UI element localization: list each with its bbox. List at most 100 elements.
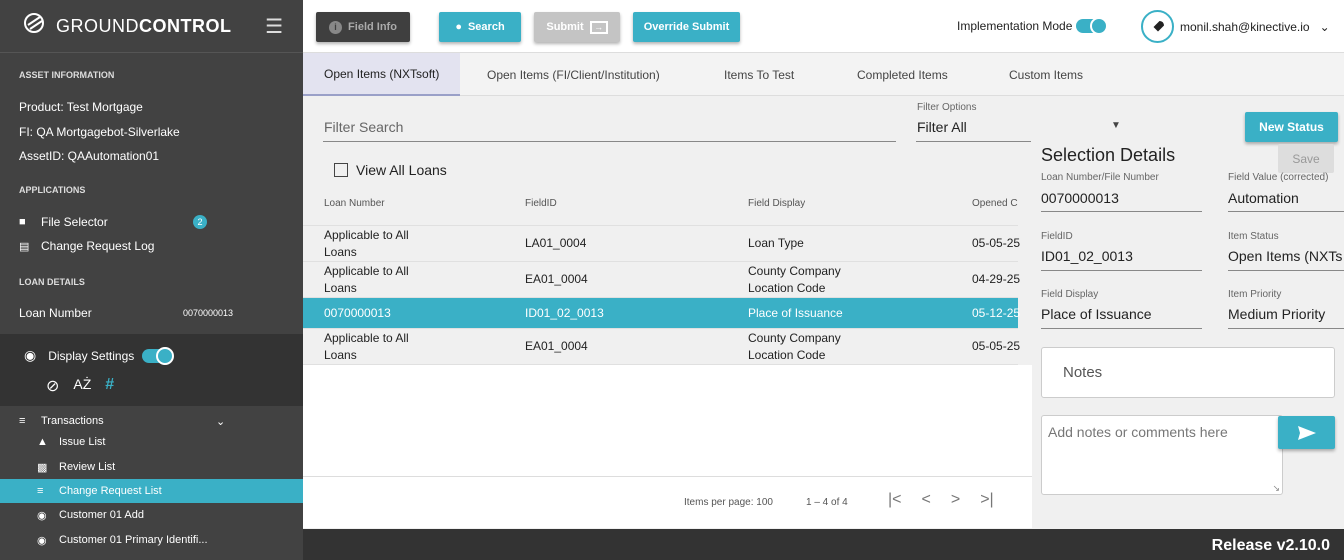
notes-textarea[interactable]: Add notes or comments here ↘ — [1041, 415, 1283, 495]
hamburger-menu-icon[interactable]: ☰ — [265, 14, 283, 39]
person-icon: ● — [455, 21, 462, 33]
caret-down-icon: ▼ — [1111, 120, 1121, 131]
sidebar-item-change-request-log[interactable]: ▤ Change Request Log — [0, 234, 303, 258]
sidebar-item-file-selector[interactable]: ■ File Selector — [0, 210, 303, 234]
field-id-cell: LA01_0004 — [525, 236, 587, 250]
eye-icon: ◉ — [37, 509, 47, 522]
top-toolbar: i Field Info ● Search Submit → Override … — [303, 0, 1344, 53]
display-settings-toggle[interactable] — [142, 346, 175, 365]
hide-eye-icon[interactable]: ⊘ — [46, 376, 59, 396]
loan-cell: 0070000013 — [324, 305, 391, 320]
field-id-cell: ID01_02_0013 — [525, 305, 604, 320]
item-priority-select[interactable]: Medium Priority — [1228, 306, 1325, 322]
search-label: Search — [467, 21, 505, 33]
view-all-loans-label: View All Loans — [356, 162, 447, 178]
filter-options-select[interactable]: Filter All — [917, 119, 967, 135]
table-empty-area — [303, 365, 1032, 476]
table-row[interactable]: Applicable to All Loans EA01_0004 County … — [303, 329, 1020, 365]
loan-cell: Applicable to All — [324, 227, 409, 242]
tab-items-to-test[interactable]: Items To Test — [703, 53, 815, 96]
file-selector-badge: 2 — [193, 215, 207, 229]
loan-cell-line2: Loans — [324, 347, 357, 362]
override-submit-button[interactable]: Override Submit — [633, 12, 740, 42]
loan-details-heading: LOAN DETAILS — [19, 277, 85, 287]
items-per-page[interactable]: Items per page: 100 — [684, 497, 773, 508]
display-cell: County Company — [748, 330, 841, 345]
display-cell-line2: Location Code — [748, 280, 826, 295]
list-icon: ≡ — [19, 415, 26, 427]
tab-open-items-nxtsoft[interactable]: Open Items (NXTsoft) — [303, 53, 461, 96]
new-status-button[interactable]: New Status — [1245, 112, 1338, 142]
resize-handle-icon[interactable]: ↘ — [1272, 483, 1280, 494]
rocket-avatar-icon — [1141, 10, 1174, 43]
field-id-field-label: FieldID — [1041, 231, 1073, 242]
field-display-underline — [1041, 328, 1202, 329]
pager-controls: |< < > >| — [888, 491, 994, 509]
search-button[interactable]: ● Search — [439, 12, 521, 42]
sort-az-icon[interactable]: AŻ — [73, 376, 91, 396]
sidebar-item-change-request-list[interactable]: ≡ Change Request List — [0, 479, 303, 503]
field-value-label: Field Value (corrected) — [1228, 172, 1329, 183]
sidebar-item-label: Customer 01 Primary Identifi... — [59, 534, 208, 546]
filter-options-underline — [916, 141, 1031, 142]
opened-cell: 04-29-25 — [972, 272, 1021, 286]
sidebar-item-issue-list[interactable]: ▲ Issue List — [0, 430, 303, 454]
page-range: 1 – 4 of 4 — [806, 497, 848, 508]
tab-bar: Open Items (NXTsoft) Open Items (FI/Clie… — [303, 53, 1344, 96]
sidebar-item-review-list[interactable]: ▩ Review List — [0, 455, 303, 479]
field-info-label: Field Info — [348, 21, 397, 33]
display-cell-line2: Location Code — [748, 347, 826, 362]
prev-page-icon[interactable]: < — [922, 491, 931, 509]
display-settings-row: ◉ Display Settings — [24, 346, 175, 365]
table-row-selected[interactable]: 0070000013 ID01_02_0013 Place of Issuanc… — [303, 298, 1020, 329]
column-header-loan-number[interactable]: Loan Number — [324, 182, 385, 225]
loan-cell: Applicable to All — [324, 330, 409, 345]
notes-title: Notes — [1063, 364, 1103, 381]
field-value-field[interactable]: Automation — [1228, 190, 1299, 206]
change-request-icon: ≡ — [37, 485, 44, 497]
implementation-mode: Implementation Mode — [957, 17, 1109, 35]
display-settings-label: Display Settings — [48, 348, 135, 363]
table-row[interactable]: Applicable to All Loans EA01_0004 County … — [303, 262, 1021, 298]
opened-cell: 05-05-25 — [972, 236, 1021, 250]
item-status-select[interactable]: Open Items (NXTs — [1228, 248, 1344, 264]
clipboard-icon: ▤ — [19, 240, 30, 253]
product-info: Product: Test Mortgage — [19, 100, 143, 114]
tab-open-items-fi[interactable]: Open Items (FI/Client/Institution) — [466, 53, 681, 96]
filter-search-input[interactable]: Filter Search — [324, 119, 403, 135]
sidebar-item-customer-01-add[interactable]: ◉ Customer 01 Add — [0, 503, 303, 527]
sidebar-item-label: File Selector — [41, 215, 108, 229]
sidebar-item-customer-01-primary[interactable]: ◉ Customer 01 Primary Identifi... — [0, 528, 303, 552]
field-info-button[interactable]: i Field Info — [316, 12, 410, 42]
sidebar-item-label: Issue List — [59, 436, 106, 448]
item-priority-underline — [1228, 328, 1344, 329]
first-page-icon[interactable]: |< — [888, 491, 902, 509]
view-all-loans-checkbox[interactable]: View All Loans — [334, 162, 447, 178]
implementation-mode-toggle[interactable] — [1076, 17, 1109, 35]
tab-completed-items[interactable]: Completed Items — [836, 53, 969, 96]
next-page-icon[interactable]: > — [951, 491, 960, 509]
user-menu[interactable]: monil.shah@kinective.io ⌄ — [1141, 10, 1330, 43]
last-page-icon[interactable]: >| — [980, 491, 994, 509]
column-header-field-id[interactable]: FieldID — [525, 182, 557, 225]
fi-info: FI: QA Mortgagebot-Silverlake — [19, 125, 180, 139]
save-button[interactable]: Save — [1278, 144, 1334, 173]
sidebar-item-transactions[interactable]: ≡ Transactions ⌄ — [0, 410, 303, 432]
field-id-underline — [1041, 270, 1202, 271]
submit-label: Submit — [546, 21, 584, 33]
display-cell: Loan Type — [748, 236, 804, 250]
column-header-field-display[interactable]: Field Display — [748, 182, 805, 225]
table-row[interactable]: Applicable to All Loans LA01_0004 Loan Ty… — [303, 226, 1021, 262]
column-header-opened[interactable]: Opened C — [972, 182, 1018, 225]
send-note-button[interactable] — [1278, 416, 1335, 449]
eye-icon: ◉ — [24, 347, 37, 363]
tab-custom-items[interactable]: Custom Items — [988, 53, 1104, 96]
hash-icon[interactable]: # — [105, 376, 114, 396]
loan-cell: Applicable to All — [324, 263, 409, 278]
checkbox-icon — [334, 163, 348, 177]
notes-panel[interactable]: Notes — [1041, 347, 1335, 398]
submit-button[interactable]: Submit → — [534, 12, 620, 42]
loan-number-field-label: Loan Number/File Number — [1041, 172, 1159, 183]
field-id-cell: EA01_0004 — [525, 339, 588, 353]
info-icon: i — [329, 20, 343, 34]
